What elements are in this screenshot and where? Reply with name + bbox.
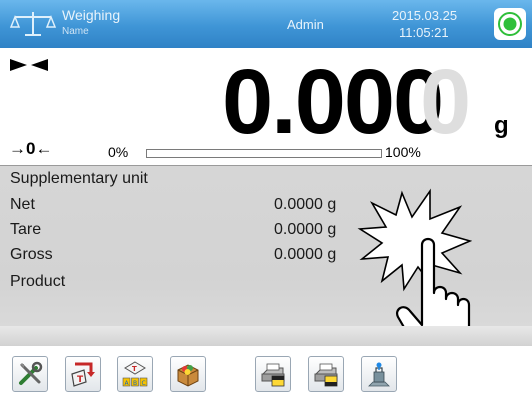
- stability-icon: [10, 59, 48, 71]
- product-box-icon: [177, 364, 199, 387]
- title-bar: Weighing Name Admin 2015.03.25 11:05:21: [0, 0, 532, 48]
- settings-tools-icon: [19, 361, 43, 385]
- info-label-net: Net: [10, 196, 35, 213]
- info-label-supplementary-unit: Supplementary unit: [10, 170, 148, 187]
- date-time: 2015.03.25 11:05:21: [392, 7, 457, 41]
- mode-title: Weighing: [62, 7, 121, 23]
- svg-text:T: T: [132, 365, 137, 373]
- load-bar: [146, 149, 382, 158]
- weighing-display[interactable]: 0.000 0 g →0← 0% 100%: [0, 48, 532, 166]
- info-value-gross: 0.0000 g: [274, 246, 337, 263]
- mass-value: 0.000: [222, 51, 444, 153]
- info-label-tare: Tare: [10, 221, 42, 238]
- scale-logo-icon: [9, 12, 57, 36]
- mass-last-digit: 0: [420, 51, 472, 153]
- info-value-net: 0.0000 g: [274, 196, 337, 213]
- calibration-button[interactable]: [361, 356, 397, 392]
- zero-indicator: →0←: [9, 139, 53, 158]
- calibration-icon: [368, 362, 390, 387]
- info-label-product: Product: [10, 273, 66, 290]
- tare-database-icon: T A B C: [122, 361, 148, 387]
- product-button[interactable]: [170, 356, 206, 392]
- date-text: 2015.03.25: [392, 8, 458, 23]
- time-text: 11:05:21: [399, 25, 449, 40]
- info-label-gross: Gross: [10, 246, 53, 263]
- printout-footer-button[interactable]: [308, 356, 344, 392]
- status-button[interactable]: [494, 8, 526, 40]
- svg-text:B: B: [133, 380, 137, 387]
- tare-button[interactable]: T: [65, 356, 101, 392]
- tare-return-icon: T: [71, 362, 95, 387]
- separator-strip: [0, 326, 532, 346]
- function-toolbar: T T A B C: [0, 346, 532, 401]
- logged-user[interactable]: Admin: [287, 17, 324, 32]
- tare-database-button[interactable]: T A B C: [117, 356, 153, 392]
- mass-unit[interactable]: g: [494, 112, 509, 140]
- info-value-tare: 0.0000 g: [274, 221, 337, 238]
- range-max-label: 100%: [385, 144, 421, 160]
- printout-footer-icon: [314, 363, 338, 387]
- svg-text:T: T: [77, 375, 84, 385]
- svg-text:C: C: [142, 380, 146, 387]
- printout-header-button[interactable]: [255, 356, 291, 392]
- status-ok-icon: [498, 12, 522, 36]
- printout-header-icon: [261, 363, 285, 387]
- settings-button[interactable]: [12, 356, 48, 392]
- range-min-label: 0%: [108, 144, 129, 160]
- mode-subtitle: Name: [62, 26, 89, 37]
